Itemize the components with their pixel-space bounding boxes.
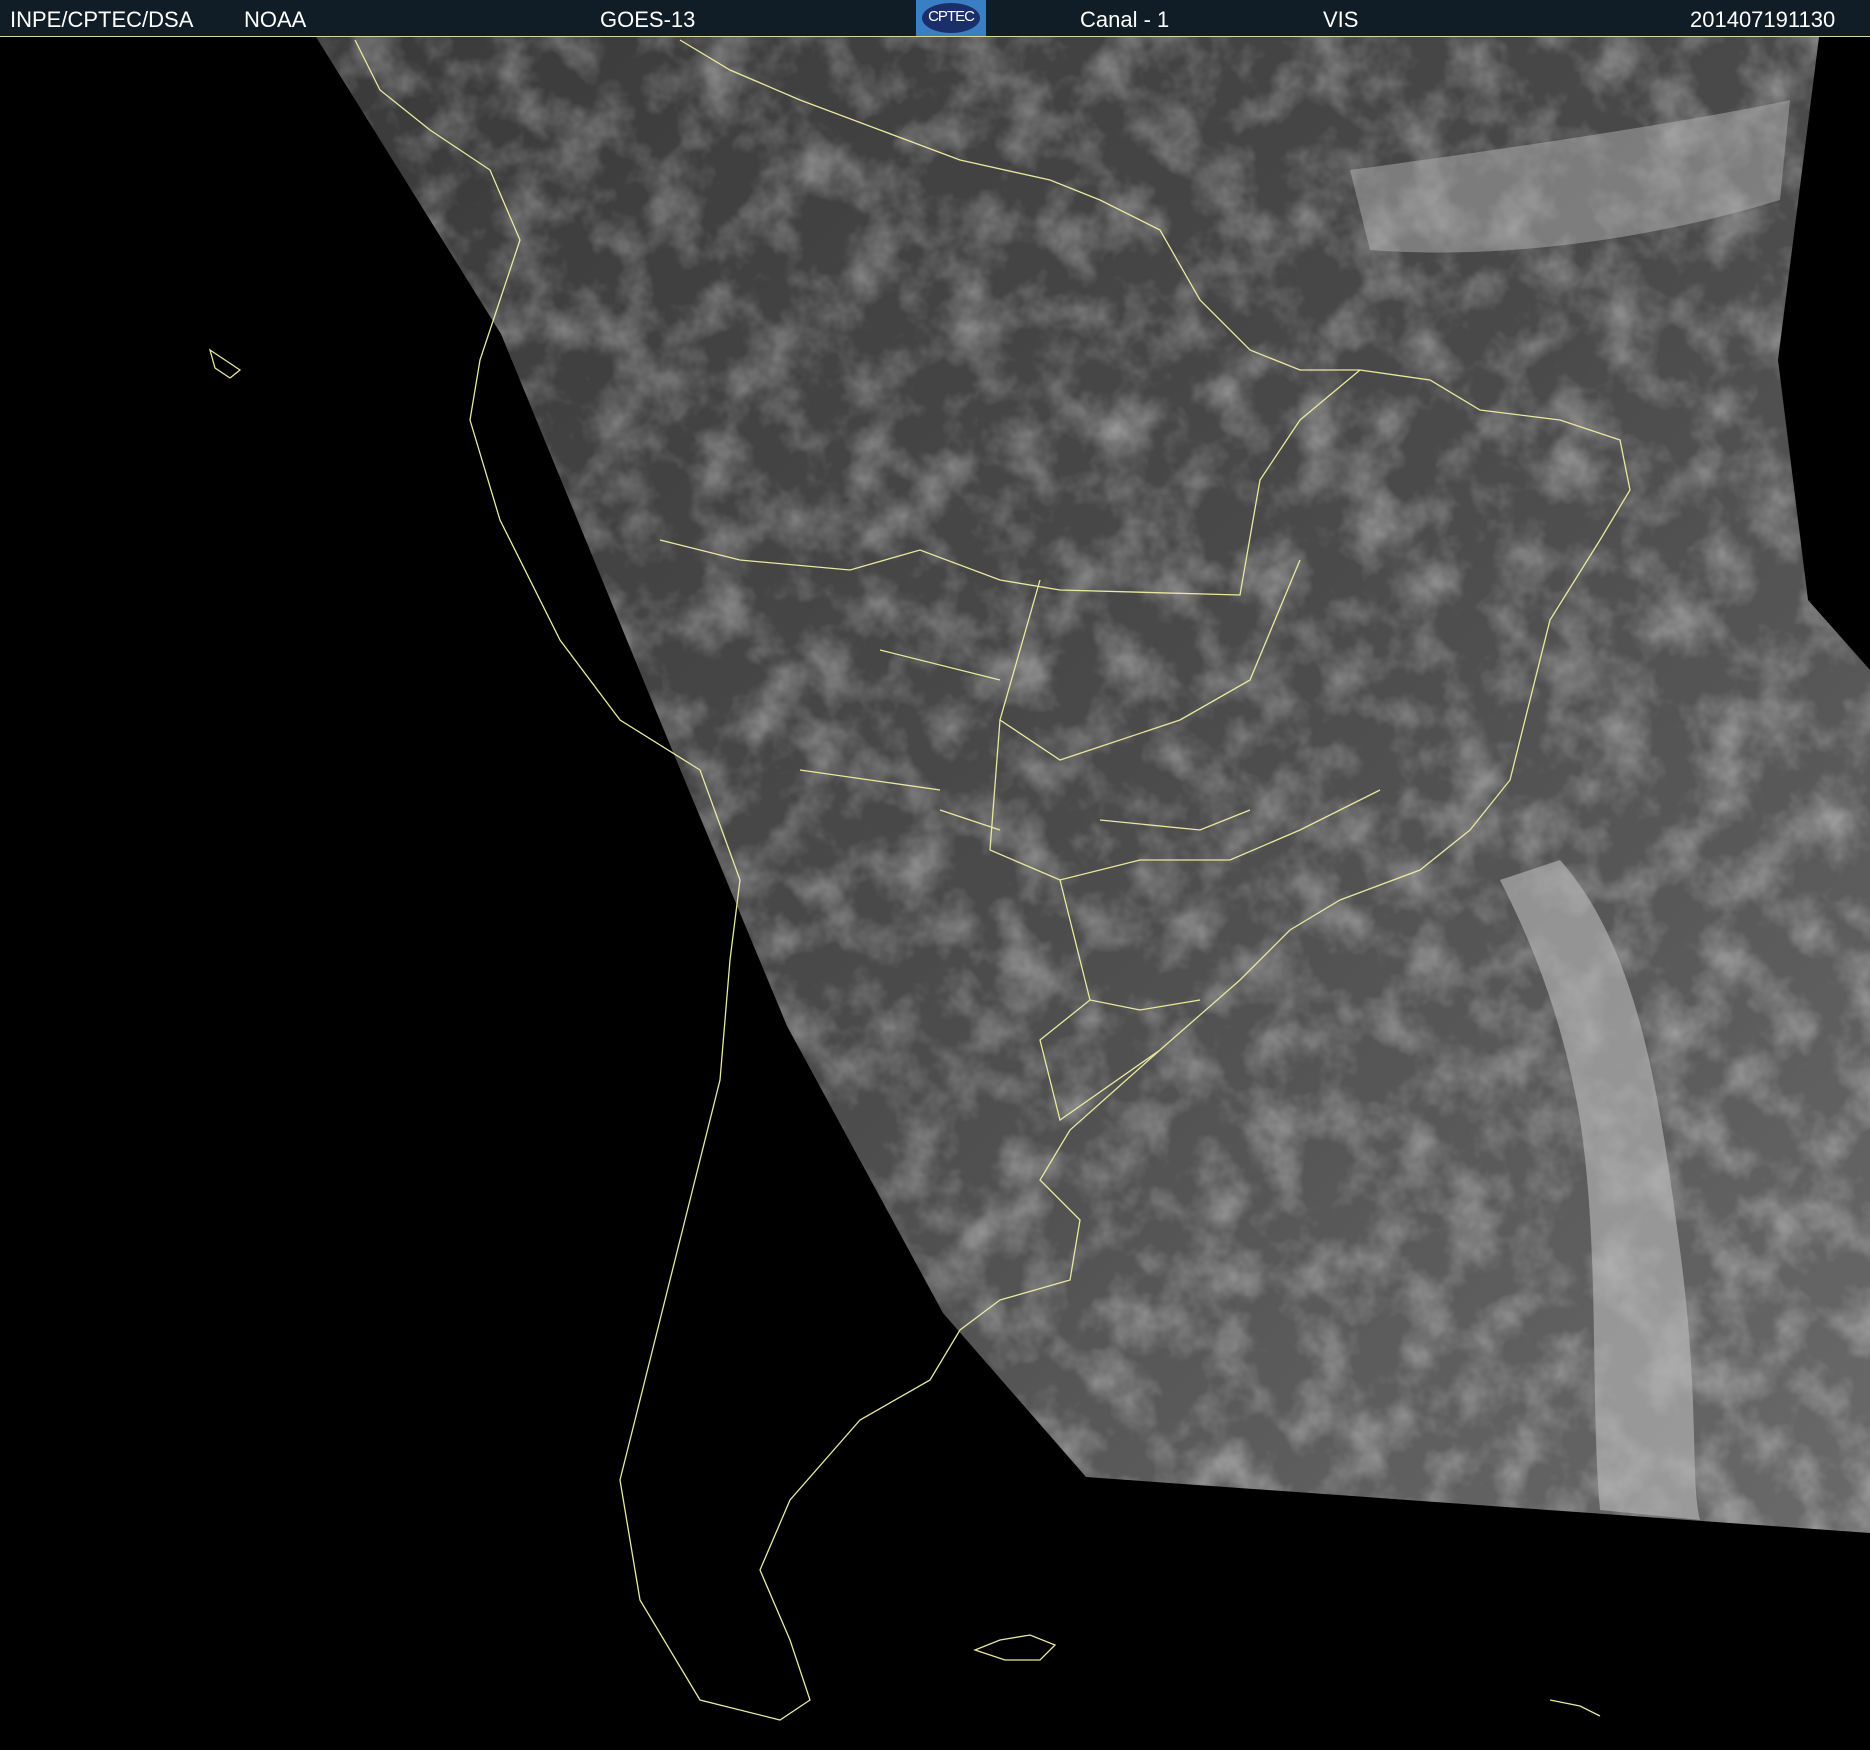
channel-label: Canal - 1 <box>1080 7 1170 32</box>
cptec-logo: CPTEC <box>916 0 986 36</box>
satellite-label: GOES-13 <box>600 7 696 32</box>
falkland-islands <box>973 1634 1057 1661</box>
institution-label: INPE/CPTEC/DSA <box>10 7 194 32</box>
galapagos-islands <box>208 348 242 379</box>
image-swath <box>316 37 1870 1533</box>
header-bar: INPE/CPTEC/DSA NOAA GOES-13 CPTEC Canal … <box>0 0 1870 37</box>
timestamp-label: 201407191130 <box>1690 7 1836 32</box>
band-label: VIS <box>1323 7 1359 32</box>
south-georgia <box>1549 1699 1601 1717</box>
agency-label: NOAA <box>244 7 307 32</box>
satellite-image <box>208 37 1870 1721</box>
logo-text: CPTEC <box>928 8 975 25</box>
